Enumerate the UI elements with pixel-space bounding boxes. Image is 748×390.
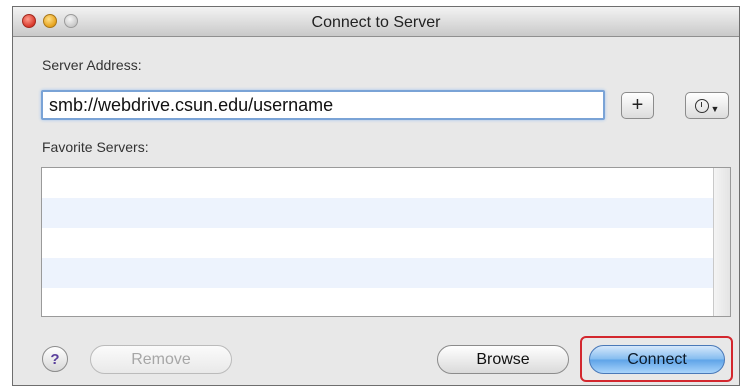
question-icon: ? (50, 350, 60, 368)
plus-icon: + (631, 94, 644, 116)
server-address-label: Server Address: (42, 57, 142, 73)
list-item[interactable] (42, 198, 730, 228)
remove-button[interactable]: Remove (90, 345, 232, 374)
help-button[interactable]: ? (42, 346, 68, 372)
recent-servers-button[interactable]: ▼ (685, 92, 729, 119)
vertical-scrollbar[interactable] (713, 168, 730, 316)
window-title: Connect to Server (311, 14, 441, 31)
clock-icon (694, 98, 709, 113)
browse-button[interactable]: Browse (437, 345, 569, 374)
title-bar[interactable]: Connect to Server (13, 7, 739, 37)
list-item[interactable] (42, 228, 730, 258)
list-item[interactable] (42, 168, 730, 198)
connect-highlight-box (580, 336, 733, 382)
list-item[interactable] (42, 288, 730, 316)
add-to-favorites-button[interactable]: + (621, 92, 654, 119)
connect-to-server-window: Connect to Server Server Address: + ▼ Fa… (12, 6, 740, 386)
favorite-servers-list[interactable] (41, 167, 731, 317)
chevron-down-icon: ▼ (710, 103, 720, 114)
list-item[interactable] (42, 258, 730, 288)
favorite-servers-label: Favorite Servers: (42, 139, 149, 155)
server-address-input[interactable] (41, 90, 605, 120)
